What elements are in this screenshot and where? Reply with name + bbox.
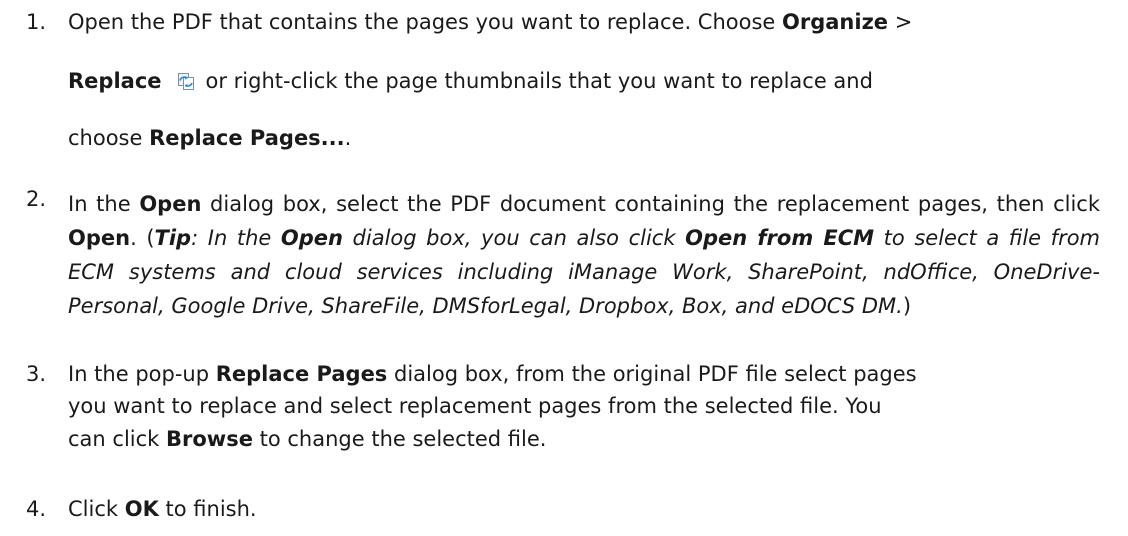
step-number: 3. — [26, 362, 47, 386]
step-3-line-2: you want to replace and select replaceme… — [68, 394, 882, 418]
tip-label: Tip — [154, 226, 192, 250]
menu-replace-pages: Replace Pages... — [149, 126, 345, 150]
button-ok: OK — [124, 497, 159, 521]
button-open: Open — [68, 226, 131, 250]
menu-organize: Organize — [782, 10, 889, 34]
step-3-line-1: In the pop-up Replace Pages dialog box, … — [68, 362, 917, 386]
step-4-line-1: Click OK to finish. — [68, 497, 257, 521]
step-3: 3. In the pop-up Replace Pages dialog bo… — [0, 362, 1128, 460]
step-number: 1. — [26, 10, 47, 34]
dialog-open: Open — [139, 192, 202, 216]
step-number: 4. — [26, 497, 47, 521]
step-1-line-1: Open the PDF that contains the pages you… — [68, 10, 913, 34]
step-4: 4. Click OK to finish. — [0, 497, 1128, 521]
button-open-from-ecm: Open from ECM — [685, 226, 875, 250]
step-3-line-3: can click Browse to change the selected … — [68, 427, 547, 451]
step-1-line-2: Replace or right-click the page thumbnai… — [68, 69, 1128, 97]
menu-replace: Replace — [68, 69, 162, 93]
replace-pages-icon — [176, 71, 196, 96]
step-2: 2. In the Open dialog box, select the PD… — [0, 187, 1128, 323]
dialog-open-ref: Open — [280, 226, 343, 250]
step-2-text: In the Open dialog box, select the PDF d… — [68, 192, 1101, 318]
button-browse: Browse — [166, 427, 253, 451]
step-1: 1. Open the PDF that contains the pages … — [0, 10, 1128, 154]
step-1-line-3: choose Replace Pages.... — [68, 126, 352, 150]
step-number: 2. — [26, 187, 47, 211]
instructions-document: 1. Open the PDF that contains the pages … — [0, 0, 1128, 536]
dialog-replace-pages: Replace Pages — [215, 362, 388, 386]
